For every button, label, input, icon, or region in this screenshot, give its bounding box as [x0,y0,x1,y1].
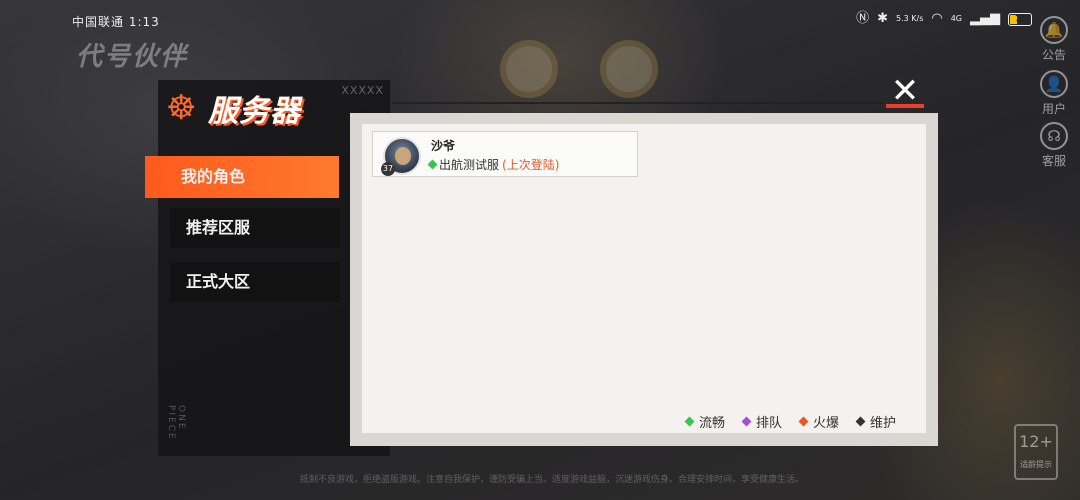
diamond-icon [684,416,695,427]
ship-wheel-icon: ☸ [166,88,197,128]
status-legend: 流畅 排队 火爆 维护 [684,412,897,431]
battery-icon: 13 [1008,12,1032,26]
divider [392,102,884,104]
close-underline [886,104,924,108]
signal-type: 4G [950,14,962,23]
legend-label: 排队 [756,416,783,431]
age-rating-sub: 适龄提示 [1020,460,1052,469]
character-server: 出航测试服 (上次登陆) [427,156,560,173]
health-notice: 抵制不良游戏，拒绝盗版游戏。注意自我保护，谨防受骗上当。适度游戏益脑，沉迷游戏伤… [300,475,805,485]
battery-level: 13 [1014,13,1026,23]
network-speed: 5.3 K/s [895,14,924,23]
close-icon: ✕ [890,71,920,111]
game-logo: 代号伙伴 [76,42,189,72]
legend-item: 流畅 [684,412,726,431]
decor-marks: XXXXX [341,84,384,97]
character-name: 沙爷 [431,139,456,153]
nfc-icon: Ⓝ [856,11,870,26]
panel-title: ☸ 服务器 [166,86,301,130]
user-button[interactable]: 👤 用户 [1034,70,1074,117]
bluetooth-icon: ✱ [877,11,888,26]
close-button[interactable]: ✕ [884,71,926,111]
legend-label: 火爆 [813,416,840,431]
tab-recommended-servers[interactable]: 推荐区服 [170,208,340,248]
announcement-button[interactable]: 🔔 公告 [1034,16,1074,63]
diamond-icon [741,416,752,427]
wifi-icon: ◠ [931,11,943,26]
customer-service-label: 客服 [1041,154,1066,168]
status-smooth-icon [427,159,438,170]
bell-icon: 🔔 [1040,16,1068,44]
legend-item: 火爆 [798,412,840,431]
vertical-decor-text: ONE PIECE [166,405,186,441]
diamond-icon [855,416,866,427]
status-bar: 中国联通 1:13 Ⓝ ✱ 5.3 K/s ◠ 4G ▂▄▆ 13 [0,0,1080,40]
headset-icon: ☊ [1040,122,1068,150]
legend-item: 排队 [741,412,783,431]
panel-title-text: 服务器 [208,94,301,129]
legend-label: 流畅 [699,416,726,431]
last-login-tag: (上次登陆) [502,158,560,172]
legend-item: 维护 [855,412,897,431]
user-label: 用户 [1041,102,1066,116]
carrier-time: 中国联通 1:13 [72,15,160,29]
announcement-label: 公告 [1041,48,1066,62]
diamond-icon [798,416,809,427]
level-badge: 37 [381,162,395,176]
tab-official-servers[interactable]: 正式大区 [170,262,340,302]
tab-my-characters[interactable]: 我的角色 [145,156,339,198]
signal-icon: ▂▄▆ [970,11,1000,26]
age-rating-badge: 12+ 适龄提示 [1014,424,1058,480]
server-name: 出航测试服 [439,158,500,172]
legend-label: 维护 [870,416,897,431]
character-card[interactable]: 37 沙爷 出航测试服 (上次登陆) [372,131,638,177]
customer-service-button[interactable]: ☊ 客服 [1034,122,1074,169]
age-rating: 12+ [1019,432,1053,451]
user-icon: 👤 [1040,70,1068,98]
